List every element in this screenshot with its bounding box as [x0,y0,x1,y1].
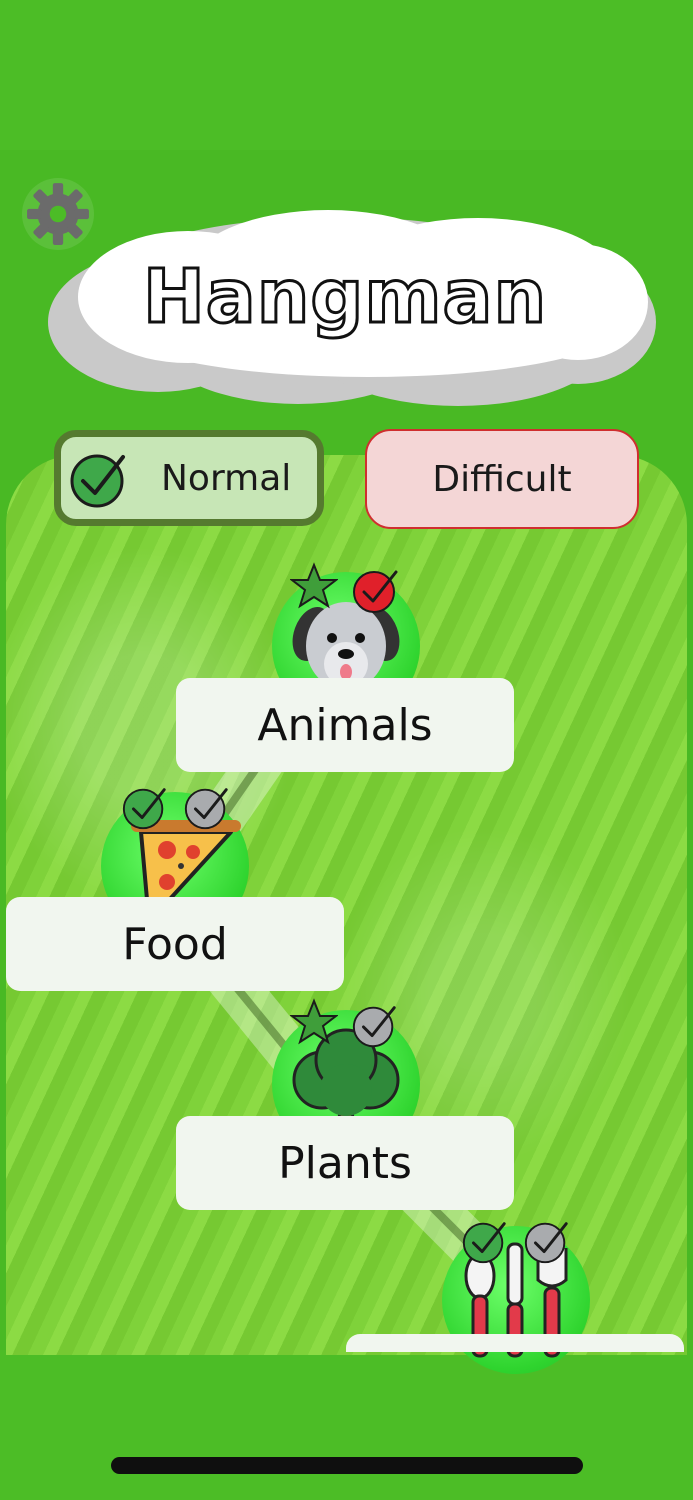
star-icon [290,562,338,609]
incomplete-check-icon [353,570,398,613]
difficult-difficulty-button[interactable]: Difficult [365,429,639,529]
category-label-food[interactable]: Food [6,897,344,991]
pending-check-icon [524,1222,568,1264]
difficult-label: Difficult [432,458,572,500]
home-indicator[interactable] [111,1457,583,1474]
category-label-text: Food [122,918,228,970]
category-label-animals[interactable]: Animals [176,678,514,772]
pending-check-icon [184,788,228,830]
star-icon [290,998,338,1045]
normal-label: Normal [161,457,292,499]
app-title: Hangman [141,253,548,342]
category-label-utensils[interactable] [346,1334,684,1352]
normal-difficulty-button[interactable]: Normal [54,430,324,526]
pending-check-icon [352,1006,396,1048]
category-label-text: Animals [257,699,433,751]
check-icon [70,454,125,508]
category-label-plants[interactable]: Plants [176,1116,514,1210]
complete-check-icon [122,788,166,830]
category-label-text: Plants [278,1137,412,1189]
complete-check-icon [462,1222,506,1264]
